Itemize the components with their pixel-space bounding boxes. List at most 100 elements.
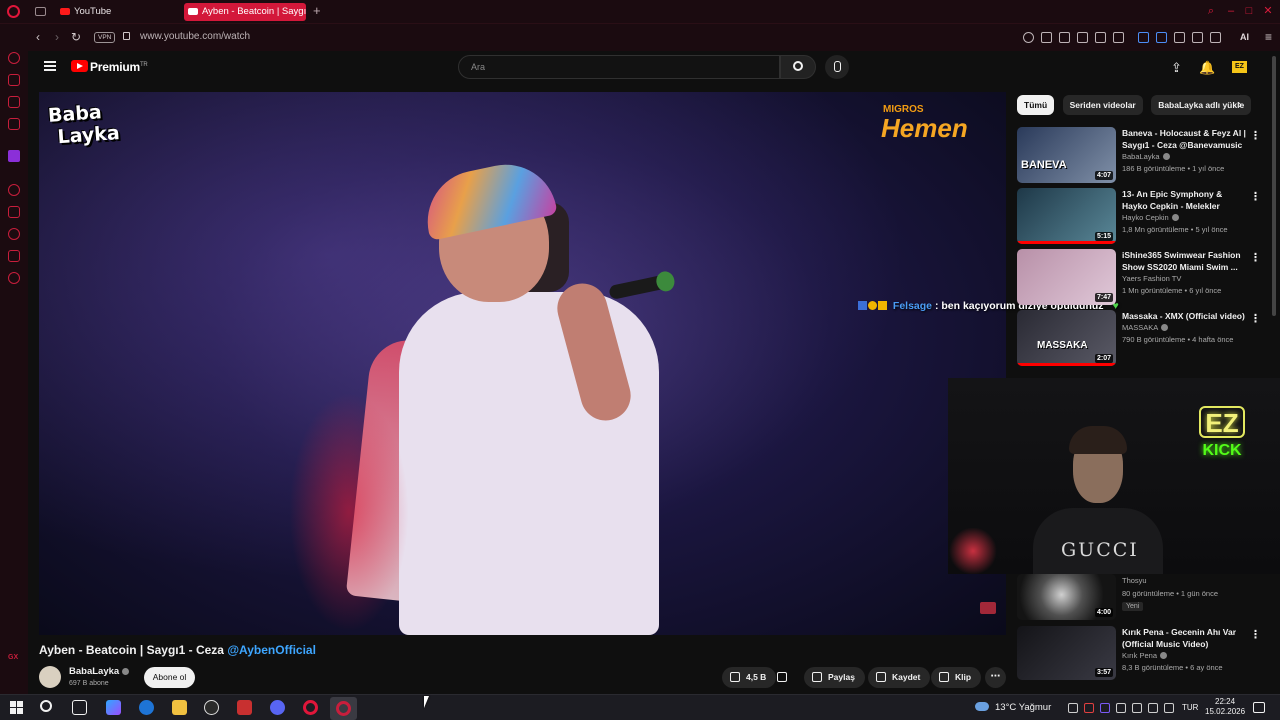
minimize-button[interactable]: –	[1225, 5, 1237, 17]
more-actions-button[interactable]: ⋯	[985, 667, 1006, 688]
subscribe-button[interactable]: Abone ol	[144, 667, 195, 688]
copilot-icon[interactable]	[106, 700, 121, 715]
upload-icon[interactable]: ⇪	[1171, 60, 1182, 76]
clock[interactable]: 22:24 15.02.2026	[1205, 697, 1245, 717]
hamburger-menu-icon[interactable]	[44, 61, 56, 71]
tab-video[interactable]: Ayben - Beatcoin | Saygı1 - Ceza	[184, 3, 306, 21]
search-button[interactable]	[780, 55, 816, 79]
clock-icon[interactable]	[8, 228, 20, 240]
video-thumbnail[interactable]: 7:47	[1017, 249, 1116, 305]
account-avatar[interactable]: EZ	[1232, 61, 1247, 73]
send-icon[interactable]	[1095, 32, 1106, 43]
reload-icon[interactable]: ↻	[71, 30, 81, 44]
forward-icon[interactable]: ›	[55, 30, 59, 44]
recommendation-title[interactable]: 13- An Epic Symphony & Hayko Cepkin - Me…	[1122, 188, 1250, 212]
language-indicator[interactable]: TUR	[1182, 703, 1198, 712]
settings-icon[interactable]	[8, 272, 20, 284]
recommendation-channel[interactable]: Thosyu	[1122, 576, 1147, 585]
task-view-icon[interactable]	[72, 700, 87, 715]
translate-icon[interactable]	[1156, 32, 1167, 43]
ai-sparkle-icon[interactable]	[1227, 32, 1238, 43]
discord-icon[interactable]	[270, 700, 285, 715]
profile-icon[interactable]	[1192, 32, 1203, 43]
recommendation-channel[interactable]: Yaers Fashion TV	[1122, 274, 1181, 283]
opera-icon[interactable]	[303, 700, 318, 715]
notifications-icon[interactable]: 🔔	[1199, 60, 1215, 76]
tab-youtube[interactable]: YouTube	[56, 3, 176, 21]
clip-button[interactable]: Klip	[931, 667, 982, 688]
search-icon[interactable]	[40, 700, 52, 712]
weather-widget[interactable]: 13°C Yağmur	[975, 702, 1051, 713]
opera-logo-icon[interactable]	[7, 5, 20, 18]
notifications-icon[interactable]	[1253, 702, 1265, 713]
url-field[interactable]: www.youtube.com/watch	[140, 31, 250, 42]
start-button[interactable]	[10, 701, 23, 714]
search-input[interactable]: Ara	[458, 55, 780, 79]
menu-icon[interactable]: ≡	[1265, 30, 1272, 44]
chips-next-icon[interactable]: ›	[1238, 99, 1242, 111]
video-editor-icon[interactable]	[237, 700, 252, 715]
mention-link[interactable]: @AybenOfficial	[227, 643, 316, 657]
dislike-button[interactable]	[772, 667, 794, 688]
channel-avatar[interactable]	[39, 666, 61, 688]
tray-discord-icon[interactable]	[1068, 703, 1078, 713]
lock-icon[interactable]	[123, 32, 130, 40]
share-button[interactable]: Paylaş	[804, 667, 865, 688]
recommendation-item[interactable]: MASSAKA 2:07 Massaka - XMX (Official vid…	[1017, 310, 1267, 368]
zoom-icon[interactable]	[1023, 32, 1034, 43]
edge-icon[interactable]	[139, 700, 154, 715]
more-options-icon[interactable]: ⋮	[1250, 312, 1261, 325]
recommendation-title[interactable]: Kırık Pena - Gecenin Ahı Var (Official M…	[1122, 626, 1250, 650]
network-icon[interactable]	[1148, 703, 1158, 713]
video-thumbnail[interactable]: 4:00	[1017, 574, 1116, 620]
tray-app-icon[interactable]	[1100, 703, 1110, 713]
instagram-icon[interactable]	[8, 118, 20, 130]
twitch-icon[interactable]	[8, 150, 20, 162]
new-tab-button[interactable]: +	[313, 3, 321, 18]
like-button[interactable]: 4,5 B	[722, 667, 777, 688]
more-options-icon[interactable]: ⋮	[1250, 628, 1261, 641]
audio-icon[interactable]	[1138, 32, 1149, 43]
recommendation-item[interactable]: 3:57 Kırık Pena - Gecenin Ahı Var (Offic…	[1017, 626, 1267, 684]
recommendation-title[interactable]: iShine365 Swimwear Fashion Show SS2020 M…	[1122, 249, 1250, 273]
pin-icon[interactable]	[1041, 32, 1052, 43]
snapshot-icon[interactable]	[1059, 32, 1070, 43]
app-icon[interactable]	[204, 700, 219, 715]
aria-icon[interactable]	[8, 52, 20, 64]
microphone-icon[interactable]	[1132, 703, 1142, 713]
recommendation-title[interactable]: Massaka - XMX (Official video)	[1122, 310, 1250, 322]
chip-series[interactable]: Seriden videolar	[1062, 95, 1143, 115]
video-player[interactable]: Baba Layka MIGROS Hemen	[39, 92, 1006, 635]
channel-name[interactable]: BabaLayka	[69, 666, 130, 677]
recommendation-channel[interactable]: MASSAKA	[1122, 323, 1169, 332]
recommendation-item[interactable]: BANEVA 4:07 Baneva - Holocaust & Feyz Al…	[1017, 127, 1267, 185]
tab-switcher-icon[interactable]	[35, 7, 46, 16]
tray-app-icon[interactable]	[1116, 703, 1126, 713]
ai-button[interactable]: AI	[1240, 32, 1249, 42]
messenger-icon[interactable]	[8, 74, 20, 86]
recommendation-channel[interactable]: Kırık Pena	[1122, 651, 1168, 660]
recommendation-item[interactable]: 4:00 Thosyu 80 görüntüleme • 1 gün önce …	[1017, 574, 1267, 624]
heart-icon[interactable]	[1113, 32, 1124, 43]
maximize-button[interactable]: □	[1243, 5, 1255, 17]
scrollbar[interactable]	[1272, 56, 1276, 316]
video-thumbnail[interactable]: 3:57	[1017, 626, 1116, 680]
youtube-logo-icon[interactable]	[71, 60, 88, 72]
more-options-icon[interactable]: ⋮	[1250, 190, 1261, 203]
extension-puzzle-icon[interactable]	[1174, 32, 1185, 43]
bookmarks-icon[interactable]	[8, 206, 20, 218]
chip-channel-uploads[interactable]: BabaLayka adlı yükle	[1151, 95, 1252, 115]
file-explorer-icon[interactable]	[172, 700, 187, 715]
shield-icon[interactable]	[1077, 32, 1088, 43]
search-tabs-icon[interactable]: ⌕	[1205, 5, 1217, 17]
video-thumbnail[interactable]: 5:15	[1017, 188, 1116, 244]
youtube-brand[interactable]: PremiumTR	[90, 60, 148, 74]
save-button[interactable]: Kaydet	[868, 667, 931, 688]
player-icon[interactable]	[8, 96, 20, 108]
voice-search-button[interactable]	[825, 55, 849, 79]
video-thumbnail[interactable]: BANEVA 4:07	[1017, 127, 1116, 183]
video-thumbnail[interactable]: MASSAKA 2:07	[1017, 310, 1116, 366]
recommendation-item[interactable]: 7:47 iShine365 Swimwear Fashion Show SS2…	[1017, 249, 1267, 307]
chip-all[interactable]: Tümü	[1017, 95, 1055, 115]
more-options-icon[interactable]: ⋮	[1250, 129, 1261, 142]
